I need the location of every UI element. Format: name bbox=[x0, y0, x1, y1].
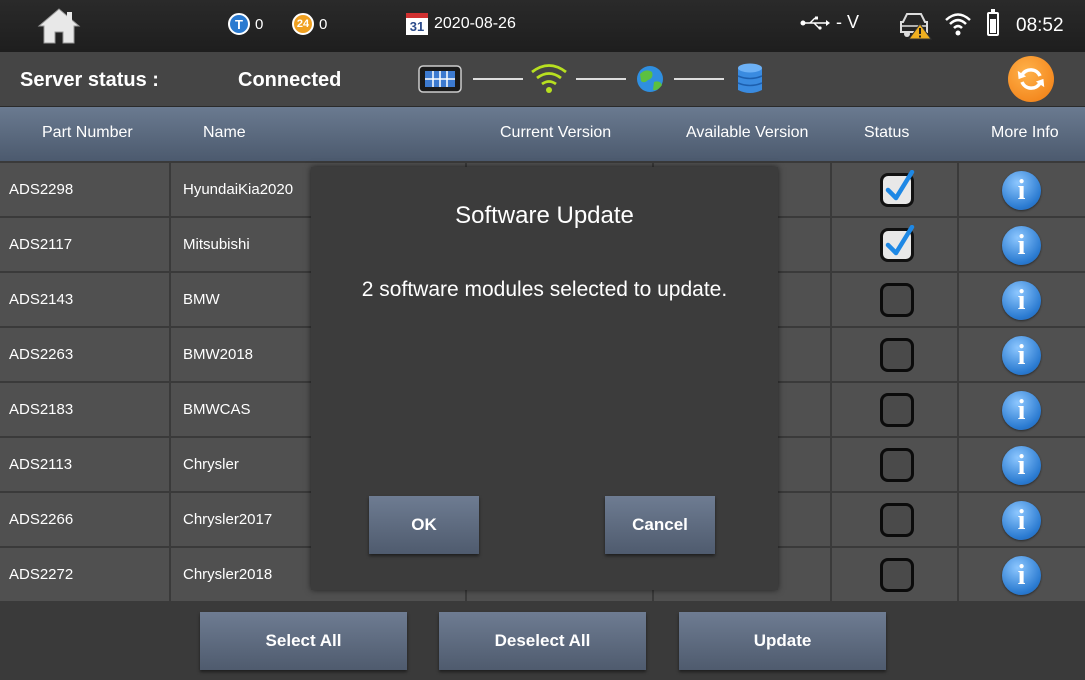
clock: 08:52 bbox=[1016, 15, 1064, 36]
refresh-button[interactable] bbox=[1008, 56, 1054, 102]
deselect-all-button[interactable]: Deselect All bbox=[439, 612, 646, 670]
t-icon: T bbox=[228, 13, 250, 35]
date-display: 31 2020-08-26 bbox=[406, 13, 516, 35]
part-number-cell: ADS2263 bbox=[0, 328, 171, 381]
wifi-icon bbox=[944, 10, 972, 38]
header-available-version: Available Version bbox=[686, 124, 809, 141]
t-count: 0 bbox=[255, 15, 264, 33]
row-checkbox[interactable] bbox=[880, 503, 914, 537]
header-status: Status bbox=[864, 124, 910, 141]
table-header: Part Number Name Current Version Availab… bbox=[0, 107, 1085, 161]
row-checkbox[interactable] bbox=[880, 393, 914, 427]
part-number-cell: ADS2272 bbox=[0, 548, 171, 601]
header-more-info: More Info bbox=[991, 124, 1059, 141]
row-checkbox[interactable] bbox=[880, 283, 914, 317]
date-text: 2020-08-26 bbox=[434, 15, 516, 32]
header-current-version: Current Version bbox=[500, 124, 612, 141]
home-icon[interactable] bbox=[36, 6, 82, 46]
server-status-bar: Server status : Connected bbox=[0, 52, 1085, 107]
dialog-message: 2 software modules selected to update. bbox=[361, 278, 728, 301]
usb-icon bbox=[800, 16, 830, 30]
voltage-text: - V bbox=[836, 12, 860, 32]
part-number-cell: ADS2113 bbox=[0, 438, 171, 491]
row-checkbox[interactable] bbox=[880, 170, 915, 207]
dialog-title: Software Update bbox=[455, 202, 634, 229]
server-status-value: Connected bbox=[238, 69, 342, 91]
globe-icon bbox=[637, 66, 663, 92]
24h-count: 0 bbox=[319, 15, 328, 33]
calendar-icon: 31 bbox=[406, 13, 428, 35]
info-icon[interactable]: i bbox=[1002, 226, 1041, 265]
part-number-cell: ADS2117 bbox=[0, 218, 171, 271]
24h-icon: 24 bbox=[292, 13, 314, 35]
info-icon[interactable]: i bbox=[1002, 171, 1041, 210]
header-part-number: Part Number bbox=[42, 124, 133, 141]
refresh-icon bbox=[1017, 68, 1045, 90]
voltage-display: - V bbox=[800, 12, 859, 33]
row-checkbox[interactable] bbox=[880, 448, 914, 482]
part-number-cell: ADS2183 bbox=[0, 383, 171, 436]
24h-badge: 24 0 bbox=[292, 13, 327, 35]
database-icon bbox=[737, 63, 763, 93]
info-icon[interactable]: i bbox=[1002, 391, 1041, 430]
vci-device-icon bbox=[418, 65, 462, 93]
info-icon[interactable]: i bbox=[1002, 556, 1041, 595]
info-icon[interactable]: i bbox=[1002, 281, 1041, 320]
connection-chain bbox=[418, 63, 763, 93]
t-badge: T 0 bbox=[228, 13, 263, 35]
row-checkbox[interactable] bbox=[880, 225, 915, 262]
info-icon[interactable]: i bbox=[1002, 501, 1041, 540]
header-name: Name bbox=[203, 124, 246, 141]
select-all-button[interactable]: Select All bbox=[200, 612, 407, 670]
part-number-cell: ADS2298 bbox=[0, 163, 171, 216]
status-bar: T 0 24 0 31 2020-08-26 - V 08:52 bbox=[0, 0, 1085, 52]
cancel-button[interactable]: Cancel bbox=[605, 496, 715, 554]
part-number-cell: ADS2266 bbox=[0, 493, 171, 546]
wifi-link-icon bbox=[531, 64, 567, 93]
checkmark-icon bbox=[885, 225, 915, 256]
server-status-label: Server status : bbox=[20, 69, 159, 91]
info-icon[interactable]: i bbox=[1002, 446, 1041, 485]
row-checkbox[interactable] bbox=[880, 558, 914, 592]
vehicle-warning-icon bbox=[898, 10, 932, 40]
part-number-cell: ADS2143 bbox=[0, 273, 171, 326]
battery-icon bbox=[987, 9, 999, 36]
ok-button[interactable]: OK bbox=[369, 496, 479, 554]
bottom-action-bar: Select All Deselect All Update bbox=[0, 605, 1085, 680]
row-checkbox[interactable] bbox=[880, 338, 914, 372]
software-update-dialog: Software Update 2 software modules selec… bbox=[311, 167, 778, 590]
checkmark-icon bbox=[885, 170, 915, 201]
info-icon[interactable]: i bbox=[1002, 336, 1041, 375]
update-button[interactable]: Update bbox=[679, 612, 886, 670]
